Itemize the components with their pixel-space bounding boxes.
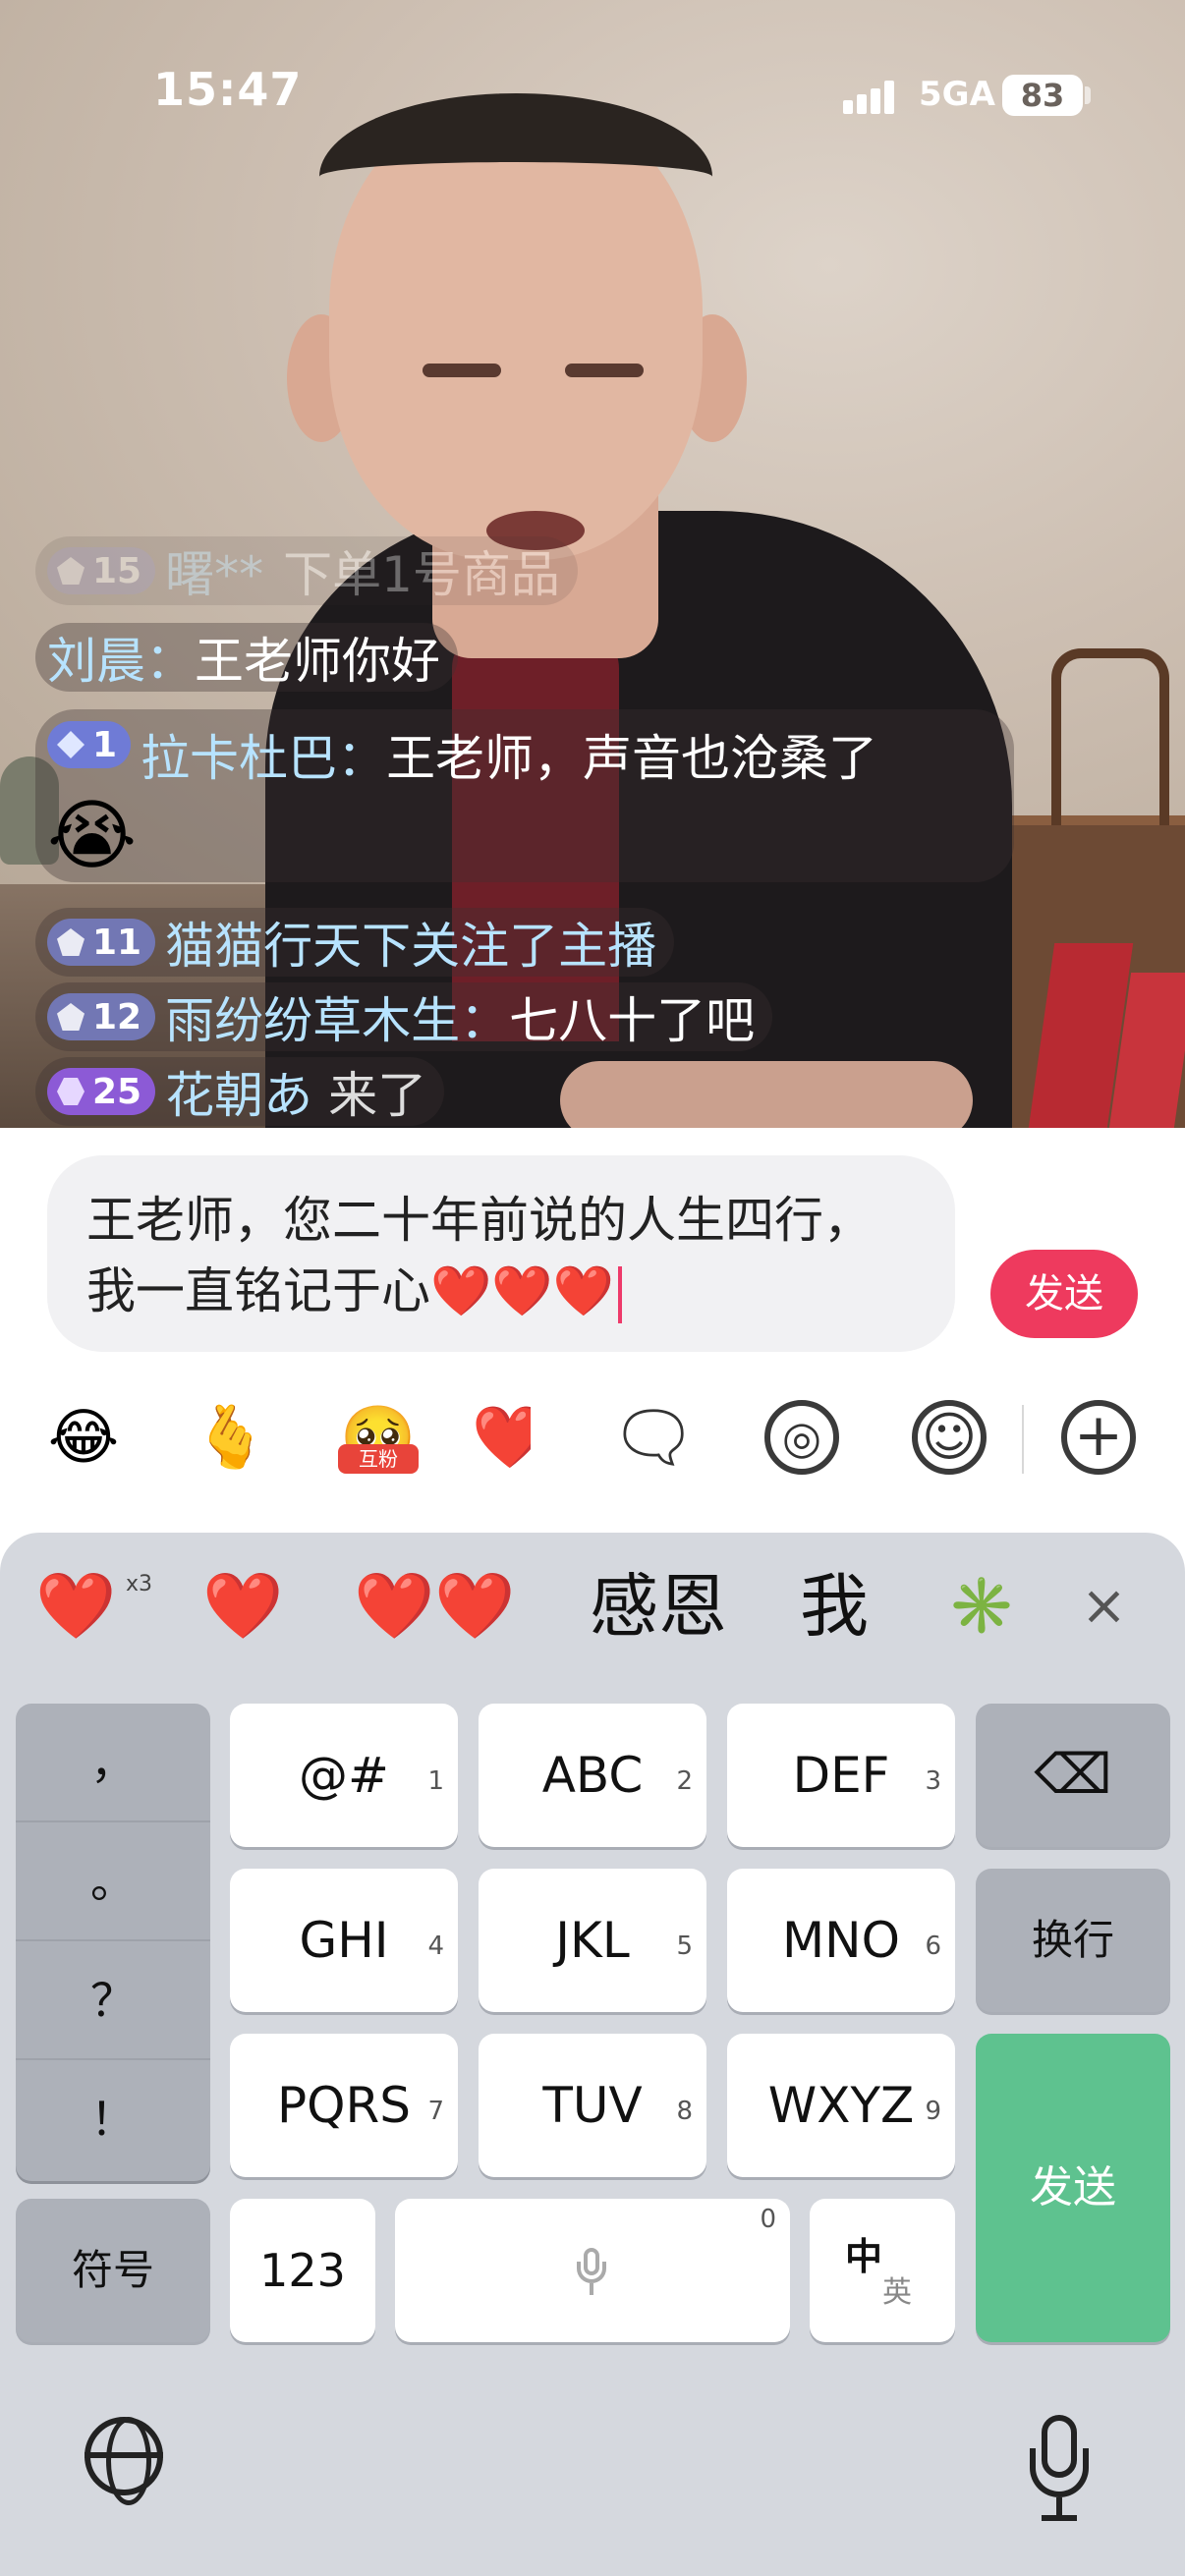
- chat-text: 关注了主播: [411, 918, 657, 975]
- voice-wave-icon[interactable]: ◎: [764, 1400, 839, 1475]
- candidate-word[interactable]: 感恩: [590, 1552, 727, 1660]
- signal-icon: [843, 79, 902, 114]
- status-time: 15:47: [153, 63, 303, 116]
- hexagon-gem-icon: [57, 1078, 85, 1105]
- chat-text: 王老师你好: [195, 633, 440, 690]
- candidate-sparkle[interactable]: ✳️: [947, 1552, 1042, 1660]
- pentagon-gem-icon: [57, 928, 85, 956]
- punc-exclaim-key[interactable]: ！: [16, 2060, 210, 2179]
- hufen-sticker-icon[interactable]: 🥺 互粉: [334, 1393, 423, 1482]
- chat-separator: ：: [337, 730, 387, 787]
- language-switch-key[interactable]: 中 英: [810, 2199, 955, 2342]
- comment-input[interactable]: 王老师，您二十年前说的人生四行，我一直铭记于心❤️❤️❤️: [47, 1155, 955, 1352]
- fan-level-badge: 25: [47, 1068, 156, 1115]
- streamer-eye: [565, 364, 644, 377]
- smiley-icon[interactable]: ☺: [912, 1400, 987, 1475]
- chat-separator: ：: [460, 992, 510, 1049]
- key-5[interactable]: JKL 5: [479, 1869, 706, 2012]
- send-button[interactable]: 发送: [990, 1250, 1138, 1338]
- text-caret: [617, 1265, 622, 1323]
- diamond-gem-icon: [57, 731, 85, 758]
- keyboard-send-key[interactable]: 发送: [976, 2034, 1170, 2342]
- key-4[interactable]: GHI 4: [230, 1869, 458, 2012]
- punc-question-key[interactable]: ？: [16, 1941, 210, 2060]
- heart-sticker-icon[interactable]: ❤️: [472, 1393, 531, 1482]
- numbers-key[interactable]: 123: [230, 2199, 375, 2342]
- chat-username[interactable]: 刘晨: [47, 622, 145, 693]
- chat-username[interactable]: 雨纷纷草木生: [165, 981, 460, 1052]
- fan-level-badge: 11: [47, 919, 156, 966]
- comment-input-text: 王老师，您二十年前说的人生四行，我一直铭记于心❤️❤️❤️: [86, 1192, 873, 1319]
- chat-text: 来了: [328, 1067, 427, 1124]
- punc-period-key[interactable]: 。: [16, 1822, 210, 1941]
- chat-text: 七八十了吧: [509, 992, 756, 1049]
- sticker-icon[interactable]: 🗨: [609, 1393, 698, 1482]
- chat-text: 下单1号商品: [283, 546, 560, 603]
- chat-comment[interactable]: 12 雨纷纷草木生 ： 七八十了吧: [35, 981, 773, 1052]
- chat-comment[interactable]: 25 花朝あ 来了: [35, 1056, 445, 1127]
- candidate-word[interactable]: 我: [800, 1552, 869, 1660]
- key-2[interactable]: ABC 2: [479, 1704, 706, 1847]
- candidate-bar: ❤️ x3 ❤️ ❤️❤️ 感恩 我 ✳️ ×: [0, 1552, 1185, 1660]
- laugh-cry-emoji: 😭: [47, 792, 138, 880]
- pentagon-gem-icon: [57, 1003, 85, 1031]
- fan-level-badge: 12: [47, 993, 156, 1040]
- comment-composer: 王老师，您二十年前说的人生四行，我一直铭记于心❤️❤️❤️ 发送 😂 🫰 🥺 互…: [0, 1128, 1185, 1533]
- network-type: 5GA: [919, 75, 995, 114]
- plus-icon[interactable]: +: [1061, 1400, 1136, 1475]
- key-7[interactable]: PQRS 7: [230, 2034, 458, 2177]
- globe-icon[interactable]: [85, 2417, 163, 2505]
- chat-username[interactable]: 曙**: [165, 535, 263, 606]
- chat-comment[interactable]: 刘晨 ： 王老师你好: [35, 623, 458, 692]
- close-candidates-icon[interactable]: ×: [1081, 1552, 1127, 1660]
- fan-level-badge: 15: [47, 547, 156, 594]
- backspace-key[interactable]: ⌫: [976, 1704, 1170, 1847]
- key-3[interactable]: DEF 3: [727, 1704, 955, 1847]
- finger-heart-icon[interactable]: 🫰: [187, 1393, 275, 1482]
- key-6[interactable]: MNO 6: [727, 1869, 955, 2012]
- key-1[interactable]: @# 1: [230, 1704, 458, 1847]
- battery-icon: 83: [1002, 75, 1083, 116]
- chat-comment[interactable]: 11 猫猫行天下 关注了主播: [35, 907, 675, 978]
- key-9[interactable]: WXYZ 9: [727, 2034, 955, 2177]
- space-key[interactable]: 0: [395, 2199, 790, 2342]
- punc-comma-key[interactable]: ，: [16, 1704, 210, 1822]
- streamer-eye: [423, 364, 501, 377]
- chat-text: 王老师，声音也沧桑了: [386, 730, 878, 787]
- chat-comment[interactable]: 1 拉卡杜巴 ： 王老师，声音也沧桑了 😭: [35, 709, 1014, 882]
- symbols-key[interactable]: 符号: [16, 2199, 210, 2342]
- candidate-heart[interactable]: ❤️: [35, 1552, 116, 1660]
- lang-primary: 中: [845, 2235, 883, 2278]
- emoji-toolbar: 😂 🫰 🥺 互粉 ❤️ 🗨 ◎ ☺ +: [0, 1393, 1185, 1511]
- live-video[interactable]: 15:47 5GA 83 15 曙** 下单1号商品 刘晨 ： 王老师你好 1 …: [0, 0, 1185, 1128]
- streamer-hands: [560, 1061, 973, 1128]
- candidate-double-heart[interactable]: ❤️❤️: [354, 1552, 515, 1660]
- newline-key[interactable]: 换行: [976, 1869, 1170, 2012]
- keyboard: ❤️ x3 ❤️ ❤️❤️ 感恩 我 ✳️ × ， 。 ？ ！ @# 1 ABC 2…: [0, 1533, 1185, 2576]
- microphone-icon[interactable]: [1030, 2415, 1089, 2523]
- chat-username[interactable]: 拉卡杜巴: [141, 719, 337, 790]
- candidate-heart[interactable]: ❤️: [202, 1552, 283, 1660]
- chat-separator: ：: [145, 633, 195, 690]
- key-8[interactable]: TUV 8: [479, 2034, 706, 2177]
- video-chair: [1051, 648, 1169, 825]
- laugh-cry-emoji-icon[interactable]: 😂: [39, 1393, 128, 1482]
- chat-username[interactable]: 花朝あ: [165, 1056, 312, 1127]
- candidate-multiplier: x3: [126, 1572, 153, 1596]
- battery-level: 83: [1020, 77, 1065, 114]
- lang-secondary: 英: [882, 2275, 912, 2310]
- punctuation-column: ， 。 ？ ！: [16, 1704, 210, 2181]
- streamer-hair: [319, 93, 712, 260]
- chat-comment[interactable]: 15 曙** 下单1号商品: [35, 536, 578, 605]
- toolbar-divider: [1022, 1405, 1024, 1474]
- pentagon-gem-icon: [57, 557, 85, 585]
- hufen-label: 互粉: [338, 1444, 419, 1474]
- space-mic-icon: [577, 2248, 606, 2297]
- chat-username[interactable]: 猫猫行天下: [165, 907, 411, 978]
- battery-tip: [1085, 86, 1091, 104]
- fan-level-badge: 1: [47, 721, 132, 768]
